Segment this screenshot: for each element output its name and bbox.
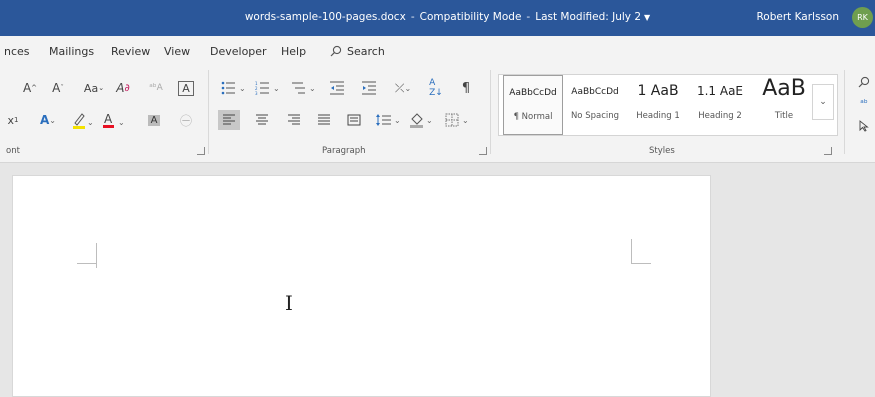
shading-icon[interactable]: ⌄ xyxy=(408,110,436,130)
styles-more-button[interactable]: ⌄ xyxy=(812,84,834,120)
highlight-icon[interactable]: ⌄ xyxy=(70,110,94,130)
user-name[interactable]: Robert Karlsson xyxy=(756,11,839,23)
styles-group-label: Styles xyxy=(649,146,675,156)
svg-text:⌄: ⌄ xyxy=(273,84,280,93)
style-name: ¶ Normal xyxy=(513,112,553,122)
style-name: Heading 1 xyxy=(636,111,680,121)
group-divider xyxy=(844,70,845,154)
style-preview: AaB xyxy=(762,76,806,101)
svg-text:⌄: ⌄ xyxy=(87,118,93,127)
decrease-indent-icon[interactable] xyxy=(328,78,346,98)
document-title[interactable]: words-sample-100-pages.docx - Compatibilit… xyxy=(0,11,875,23)
search-icon xyxy=(330,45,342,57)
svg-text:⌄: ⌄ xyxy=(426,116,433,125)
svg-text:A: A xyxy=(104,112,113,126)
style-preview: AaBbCcDd xyxy=(509,88,557,98)
font-group-label: ont xyxy=(6,146,20,156)
styles-gallery: AaBbCcDd ¶ Normal AaBbCcDd No Spacing 1 … xyxy=(498,74,838,136)
style-preview: AaBbCcDd xyxy=(571,87,619,97)
chevron-down-icon[interactable]: ▼ xyxy=(644,13,650,22)
select-icon[interactable] xyxy=(856,116,872,136)
numbering-icon[interactable]: 1 2 3 ⌄ xyxy=(254,78,284,98)
tab-developer[interactable]: Developer xyxy=(210,45,267,58)
style-no-spacing[interactable]: AaBbCcDd No Spacing xyxy=(565,75,625,133)
style-name: No Spacing xyxy=(570,111,620,121)
style-preview: 1.1 AaE xyxy=(696,84,744,98)
search-box[interactable]: Search xyxy=(330,45,385,58)
show-formatting-icon[interactable]: ¶ xyxy=(458,78,474,98)
line-spacing-icon[interactable]: ⌄ xyxy=(374,110,404,130)
character-shading-icon[interactable]: A xyxy=(146,110,162,130)
center-icon[interactable] xyxy=(252,110,272,130)
align-left-icon[interactable] xyxy=(218,110,240,130)
style-normal[interactable]: AaBbCcDd ¶ Normal xyxy=(503,75,563,135)
sort-icon[interactable]: A Z↓ xyxy=(428,78,444,98)
clear-formatting-icon[interactable]: A ∂ xyxy=(114,78,132,98)
svg-text:⌄: ⌄ xyxy=(309,84,316,93)
style-name: Title xyxy=(774,111,794,121)
text-effects-icon[interactable]: A ⌄ xyxy=(36,110,60,130)
svg-text:⌄: ⌄ xyxy=(462,116,469,125)
title-bar: words-sample-100-pages.docx - Compatibilit… xyxy=(0,0,875,36)
grow-font-icon[interactable]: A ^ xyxy=(22,78,38,98)
text-cursor-icon: I xyxy=(285,291,293,315)
compatibility-mode: Compatibility Mode xyxy=(419,11,522,23)
distributed-icon[interactable] xyxy=(344,110,364,130)
align-right-icon[interactable] xyxy=(284,110,304,130)
file-name: words-sample-100-pages.docx xyxy=(244,11,406,23)
document-area[interactable]: I xyxy=(0,163,875,397)
paragraph-dialog-launcher-icon[interactable] xyxy=(479,147,487,155)
style-heading-1[interactable]: 1 AaB Heading 1 xyxy=(627,75,689,133)
superscript-icon[interactable]: x1 xyxy=(6,110,20,130)
style-preview: 1 AaB xyxy=(637,83,679,99)
chevron-down-icon: ⌄ xyxy=(819,97,827,107)
borders-icon[interactable]: ⌄ xyxy=(444,110,472,130)
phonetic-guide-icon[interactable]: ᵃᵇA xyxy=(147,78,165,98)
crop-mark xyxy=(96,243,97,268)
tab-view[interactable]: View xyxy=(164,45,190,58)
enclose-characters-icon[interactable]: ㊀ xyxy=(177,110,195,130)
font-dialog-launcher-icon[interactable] xyxy=(197,147,205,155)
style-heading-2[interactable]: 1.1 AaE Heading 2 xyxy=(689,75,751,133)
ribbon: A ^ Aˇ Aa ⌄ A ∂ ᵃᵇA A x1 A ⌄ ⌄ A ⌄ A ㊀ ont ⌄ … xyxy=(0,66,875,163)
document-page[interactable]: I xyxy=(12,175,711,397)
svg-text:⌄: ⌄ xyxy=(118,118,125,127)
justify-icon[interactable] xyxy=(314,110,334,130)
tab-review[interactable]: Review xyxy=(111,45,150,58)
last-modified: Last Modified: July 2 xyxy=(535,11,642,23)
search-label: Search xyxy=(347,45,385,58)
bullets-icon[interactable]: ⌄ xyxy=(220,78,250,98)
menu-bar: nces Mailings Review View Developer Help… xyxy=(0,36,875,66)
svg-text:3: 3 xyxy=(255,91,258,95)
style-title[interactable]: AaB Title xyxy=(753,75,815,133)
increase-indent-icon[interactable] xyxy=(360,78,378,98)
multilevel-list-icon[interactable]: ⌄ xyxy=(290,78,320,98)
change-case-icon[interactable]: Aa ⌄ xyxy=(80,78,108,98)
replace-icon[interactable]: ᵃᵇ xyxy=(856,94,872,114)
group-divider xyxy=(208,70,209,154)
tab-references[interactable]: nces xyxy=(4,45,30,58)
styles-dialog-launcher-icon[interactable] xyxy=(824,147,832,155)
character-border-icon[interactable]: A xyxy=(177,78,195,98)
find-icon[interactable] xyxy=(856,72,872,92)
shrink-font-icon[interactable]: Aˇ xyxy=(50,78,66,98)
svg-text:⌄: ⌄ xyxy=(394,116,401,125)
svg-text:⌄: ⌄ xyxy=(239,84,246,93)
group-divider xyxy=(490,70,491,154)
tab-help[interactable]: Help xyxy=(281,45,306,58)
crop-mark xyxy=(631,263,651,264)
avatar[interactable]: RK xyxy=(852,7,873,28)
tab-mailings[interactable]: Mailings xyxy=(49,45,94,58)
asian-layout-icon[interactable]: ⤫ ⌄ xyxy=(390,78,416,98)
font-color-icon[interactable]: A ⌄ xyxy=(101,110,127,130)
paragraph-group-label: Paragraph xyxy=(322,146,366,156)
crop-mark xyxy=(631,239,632,263)
crop-mark xyxy=(77,263,97,264)
style-name: Heading 2 xyxy=(698,111,742,121)
